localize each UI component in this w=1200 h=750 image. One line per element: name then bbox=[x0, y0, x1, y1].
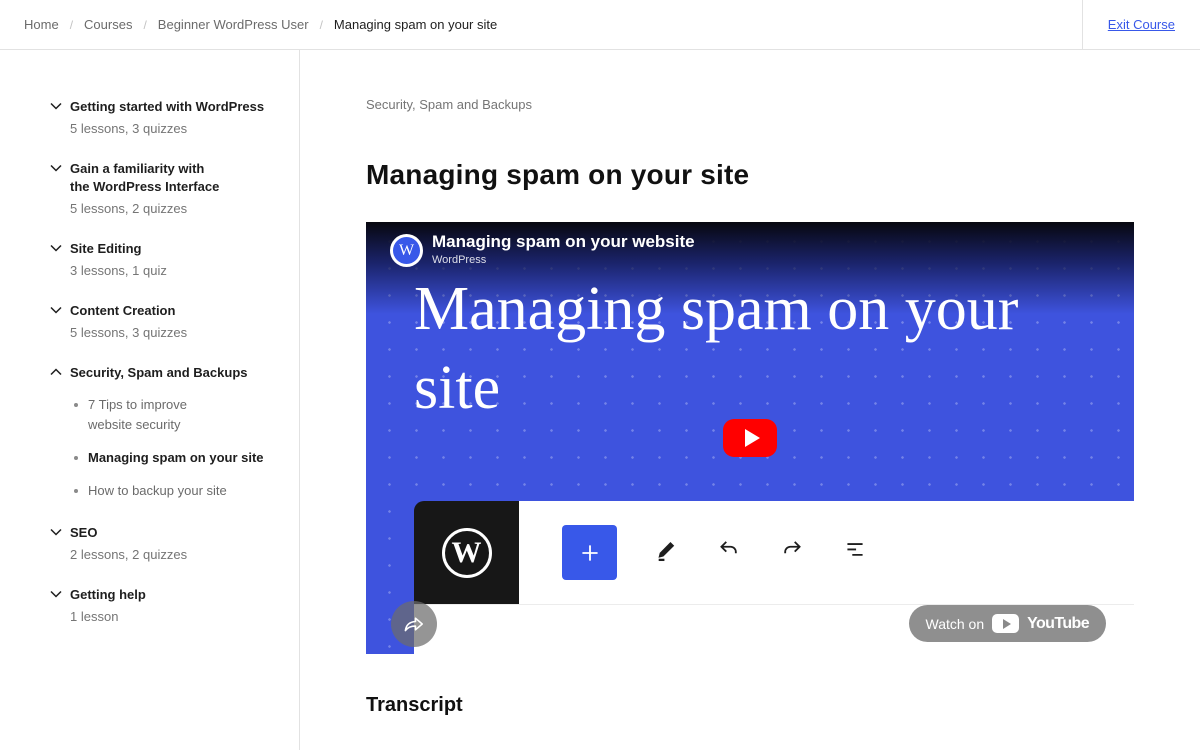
chevron-down-icon bbox=[50, 528, 62, 536]
section-title: SEO bbox=[70, 524, 97, 542]
section-toggle[interactable]: SEO bbox=[50, 524, 281, 542]
wordpress-channel-avatar[interactable]: W bbox=[390, 234, 423, 267]
exit-course-link[interactable]: Exit Course bbox=[1108, 17, 1175, 32]
lesson-label: How to backup your site bbox=[88, 481, 227, 501]
video-title[interactable]: Managing spam on your website bbox=[432, 232, 695, 252]
section-meta: 1 lesson bbox=[70, 609, 281, 625]
sidebar-section-seo: SEO 2 lessons, 2 quizzes bbox=[50, 524, 281, 563]
breadcrumb-separator: / bbox=[70, 18, 73, 32]
document-overview-icon bbox=[842, 537, 868, 568]
chevron-down-icon bbox=[50, 306, 62, 314]
section-meta: 5 lessons, 2 quizzes bbox=[70, 201, 281, 217]
youtube-video-embed[interactable]: W Managing spam on your website WordPres… bbox=[366, 222, 1134, 654]
lesson-item-managing-spam[interactable]: Managing spam on your site bbox=[74, 448, 281, 468]
lesson-label: 7 Tips to improve website security bbox=[88, 395, 187, 435]
play-button[interactable] bbox=[723, 419, 777, 457]
share-button[interactable] bbox=[391, 601, 437, 647]
lesson-content: Security, Spam and Backups Managing spam… bbox=[300, 50, 1200, 750]
sidebar-section-site-editing: Site Editing 3 lessons, 1 quiz bbox=[50, 240, 281, 279]
lesson-list: 7 Tips to improve website security Manag… bbox=[74, 395, 281, 501]
bullet-dot-icon bbox=[74, 489, 78, 493]
breadcrumb-current-page: Managing spam on your site bbox=[334, 17, 497, 32]
section-meta: 3 lessons, 1 quiz bbox=[70, 263, 281, 279]
youtube-wordmark: YouTube bbox=[1027, 615, 1089, 633]
breadcrumb-home[interactable]: Home bbox=[24, 17, 59, 32]
chevron-up-icon bbox=[50, 368, 62, 376]
course-outline-sidebar: Getting started with WordPress 5 lessons… bbox=[0, 50, 300, 750]
sidebar-section-getting-help: Getting help 1 lesson bbox=[50, 586, 281, 625]
wordpress-logo-icon: W bbox=[393, 237, 420, 264]
page-title: Managing spam on your site bbox=[366, 159, 1200, 191]
sidebar-section-security: Security, Spam and Backups 7 Tips to imp… bbox=[50, 364, 281, 501]
sidebar-section-getting-started: Getting started with WordPress 5 lessons… bbox=[50, 98, 281, 137]
block-inserter-button bbox=[562, 525, 617, 580]
lesson-item-security-tips[interactable]: 7 Tips to improve website security bbox=[74, 395, 281, 435]
lesson-label: Managing spam on your site bbox=[88, 448, 264, 468]
section-meta: 5 lessons, 3 quizzes bbox=[70, 121, 281, 137]
share-arrow-icon bbox=[402, 612, 426, 636]
section-title: Content Creation bbox=[70, 302, 175, 320]
section-meta: 2 lessons, 2 quizzes bbox=[70, 547, 281, 563]
sidebar-section-content-creation: Content Creation 5 lessons, 3 quizzes bbox=[50, 302, 281, 341]
edit-pencil-icon bbox=[654, 538, 679, 568]
editor-logo-panel: W bbox=[414, 501, 519, 604]
page-layout: Getting started with WordPress 5 lessons… bbox=[0, 50, 1200, 750]
thumbnail-headline: Managing spam on your site bbox=[414, 270, 1018, 428]
chevron-down-icon bbox=[50, 590, 62, 598]
breadcrumb-separator: / bbox=[320, 18, 323, 32]
section-toggle[interactable]: Getting started with WordPress bbox=[50, 98, 281, 116]
editor-toolbar bbox=[519, 501, 1134, 604]
lesson-item-backup[interactable]: How to backup your site bbox=[74, 481, 281, 501]
bullet-dot-icon bbox=[74, 456, 78, 460]
breadcrumb: Home / Courses / Beginner WordPress User… bbox=[0, 0, 497, 49]
watch-on-youtube-button[interactable]: Watch on YouTube bbox=[909, 605, 1107, 642]
bullet-dot-icon bbox=[74, 403, 78, 407]
section-title: Security, Spam and Backups bbox=[70, 364, 248, 382]
lesson-category-label: Security, Spam and Backups bbox=[366, 97, 1200, 112]
chevron-down-icon bbox=[50, 164, 62, 172]
section-title: Getting help bbox=[70, 586, 146, 604]
section-title: Getting started with WordPress bbox=[70, 98, 264, 116]
topbar-right: Exit Course bbox=[1082, 0, 1200, 49]
breadcrumb-course-name[interactable]: Beginner WordPress User bbox=[158, 17, 309, 32]
section-toggle[interactable]: Security, Spam and Backups bbox=[50, 364, 281, 382]
redo-icon bbox=[779, 537, 805, 568]
youtube-play-icon bbox=[992, 614, 1019, 633]
chevron-down-icon bbox=[50, 244, 62, 252]
breadcrumb-courses[interactable]: Courses bbox=[84, 17, 132, 32]
play-icon bbox=[745, 429, 760, 447]
undo-icon bbox=[716, 537, 742, 568]
watch-on-label: Watch on bbox=[926, 616, 985, 632]
breadcrumb-separator: / bbox=[143, 18, 146, 32]
section-toggle[interactable]: Content Creation bbox=[50, 302, 281, 320]
section-toggle[interactable]: Getting help bbox=[50, 586, 281, 604]
chevron-down-icon bbox=[50, 102, 62, 110]
section-title: Gain a familiarity with the WordPress In… bbox=[70, 160, 219, 196]
section-title: Site Editing bbox=[70, 240, 142, 258]
wordpress-logo-icon: W bbox=[442, 528, 492, 578]
video-channel-name[interactable]: WordPress bbox=[432, 254, 486, 266]
section-toggle[interactable]: Gain a familiarity with the WordPress In… bbox=[50, 160, 281, 196]
section-meta: 5 lessons, 3 quizzes bbox=[70, 325, 281, 341]
transcript-heading: Transcript bbox=[366, 694, 1200, 717]
sidebar-section-interface: Gain a familiarity with the WordPress In… bbox=[50, 160, 281, 217]
topbar: Home / Courses / Beginner WordPress User… bbox=[0, 0, 1200, 50]
section-toggle[interactable]: Site Editing bbox=[50, 240, 281, 258]
